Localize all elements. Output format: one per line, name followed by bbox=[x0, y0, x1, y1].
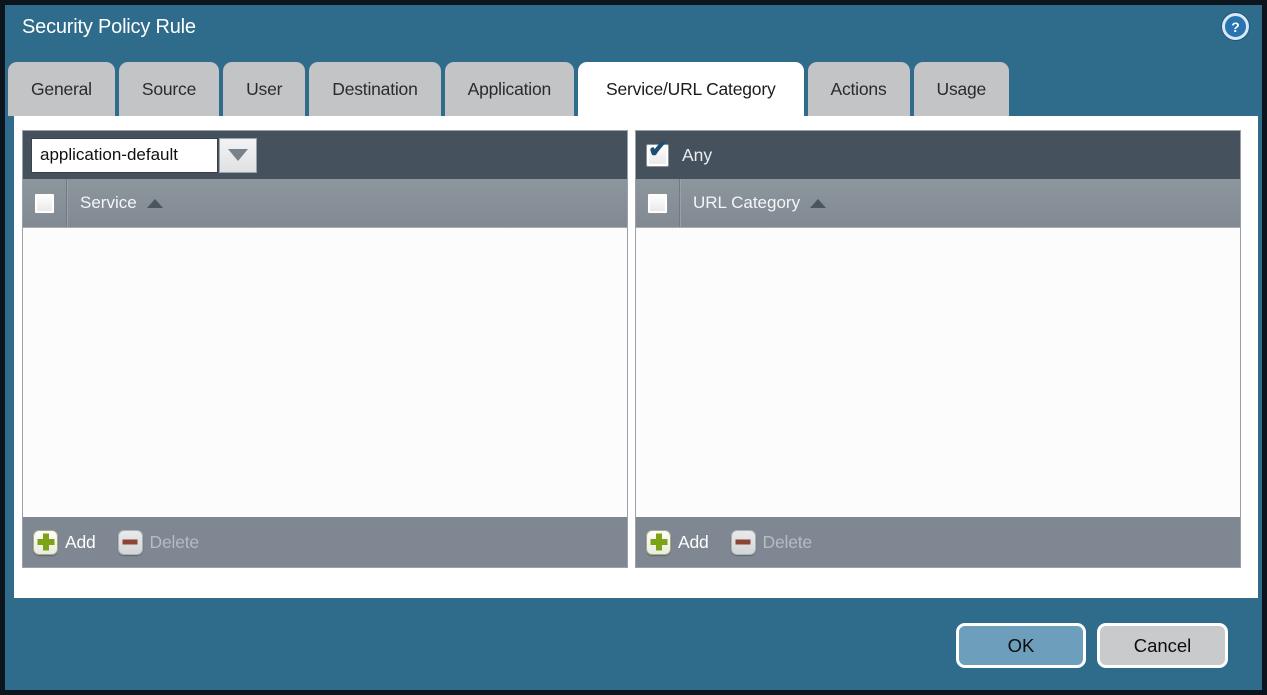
service-add-button[interactable]: Add bbox=[33, 530, 96, 555]
tab-usage[interactable]: Usage bbox=[914, 62, 1010, 116]
url-category-list-body[interactable] bbox=[636, 228, 1240, 517]
checkmark-icon: ✔ bbox=[648, 138, 668, 162]
sort-ascending-icon[interactable] bbox=[810, 199, 826, 208]
url-category-select-all-checkbox[interactable] bbox=[647, 193, 668, 214]
service-column-label: Service bbox=[80, 193, 137, 213]
tab-user[interactable]: User bbox=[223, 62, 305, 116]
url-category-any-bar: ✔ Any bbox=[636, 131, 1240, 179]
url-category-footer: Add Delete bbox=[636, 517, 1240, 567]
any-label: Any bbox=[682, 145, 712, 166]
tab-content-area: Service Add Delete ✔ bbox=[14, 116, 1258, 598]
service-type-dropdown-button[interactable] bbox=[219, 138, 257, 173]
any-checkbox[interactable]: ✔ bbox=[646, 144, 669, 167]
url-category-column-label: URL Category bbox=[693, 193, 800, 213]
help-icon[interactable]: ? bbox=[1222, 13, 1249, 40]
tab-service-url-category[interactable]: Service/URL Category bbox=[578, 62, 803, 116]
tab-destination[interactable]: Destination bbox=[309, 62, 440, 116]
service-list-body[interactable] bbox=[23, 228, 627, 517]
ok-button[interactable]: OK bbox=[956, 623, 1086, 668]
url-category-add-button[interactable]: Add bbox=[646, 530, 709, 555]
plus-icon bbox=[646, 530, 671, 555]
service-footer: Add Delete bbox=[23, 517, 627, 567]
url-category-delete-button[interactable]: Delete bbox=[731, 530, 812, 555]
url-category-table-header: URL Category bbox=[636, 179, 1240, 228]
cancel-button[interactable]: Cancel bbox=[1097, 623, 1228, 668]
plus-icon bbox=[33, 530, 58, 555]
url-category-select-all-cell bbox=[636, 179, 680, 227]
tab-actions[interactable]: Actions bbox=[808, 62, 910, 116]
tab-bar: General Source User Destination Applicat… bbox=[8, 62, 1262, 116]
service-delete-button[interactable]: Delete bbox=[118, 530, 199, 555]
service-type-combobox bbox=[31, 138, 257, 173]
service-select-all-cell bbox=[23, 179, 67, 227]
service-type-input[interactable] bbox=[31, 138, 218, 173]
service-table-header: Service bbox=[23, 179, 627, 228]
tab-general[interactable]: General bbox=[8, 62, 115, 116]
security-policy-rule-dialog: Security Policy Rule ? General Source Us… bbox=[0, 0, 1267, 695]
dialog-title: Security Policy Rule bbox=[22, 16, 196, 39]
url-category-panel: ✔ Any URL Category Add bbox=[635, 130, 1241, 568]
chevron-down-icon bbox=[228, 149, 248, 161]
minus-icon bbox=[731, 530, 756, 555]
minus-icon bbox=[118, 530, 143, 555]
tab-source[interactable]: Source bbox=[119, 62, 219, 116]
service-toolbar bbox=[23, 131, 627, 179]
tab-application[interactable]: Application bbox=[445, 62, 574, 116]
service-panel: Service Add Delete bbox=[22, 130, 628, 568]
sort-ascending-icon[interactable] bbox=[147, 199, 163, 208]
service-select-all-checkbox[interactable] bbox=[34, 193, 55, 214]
